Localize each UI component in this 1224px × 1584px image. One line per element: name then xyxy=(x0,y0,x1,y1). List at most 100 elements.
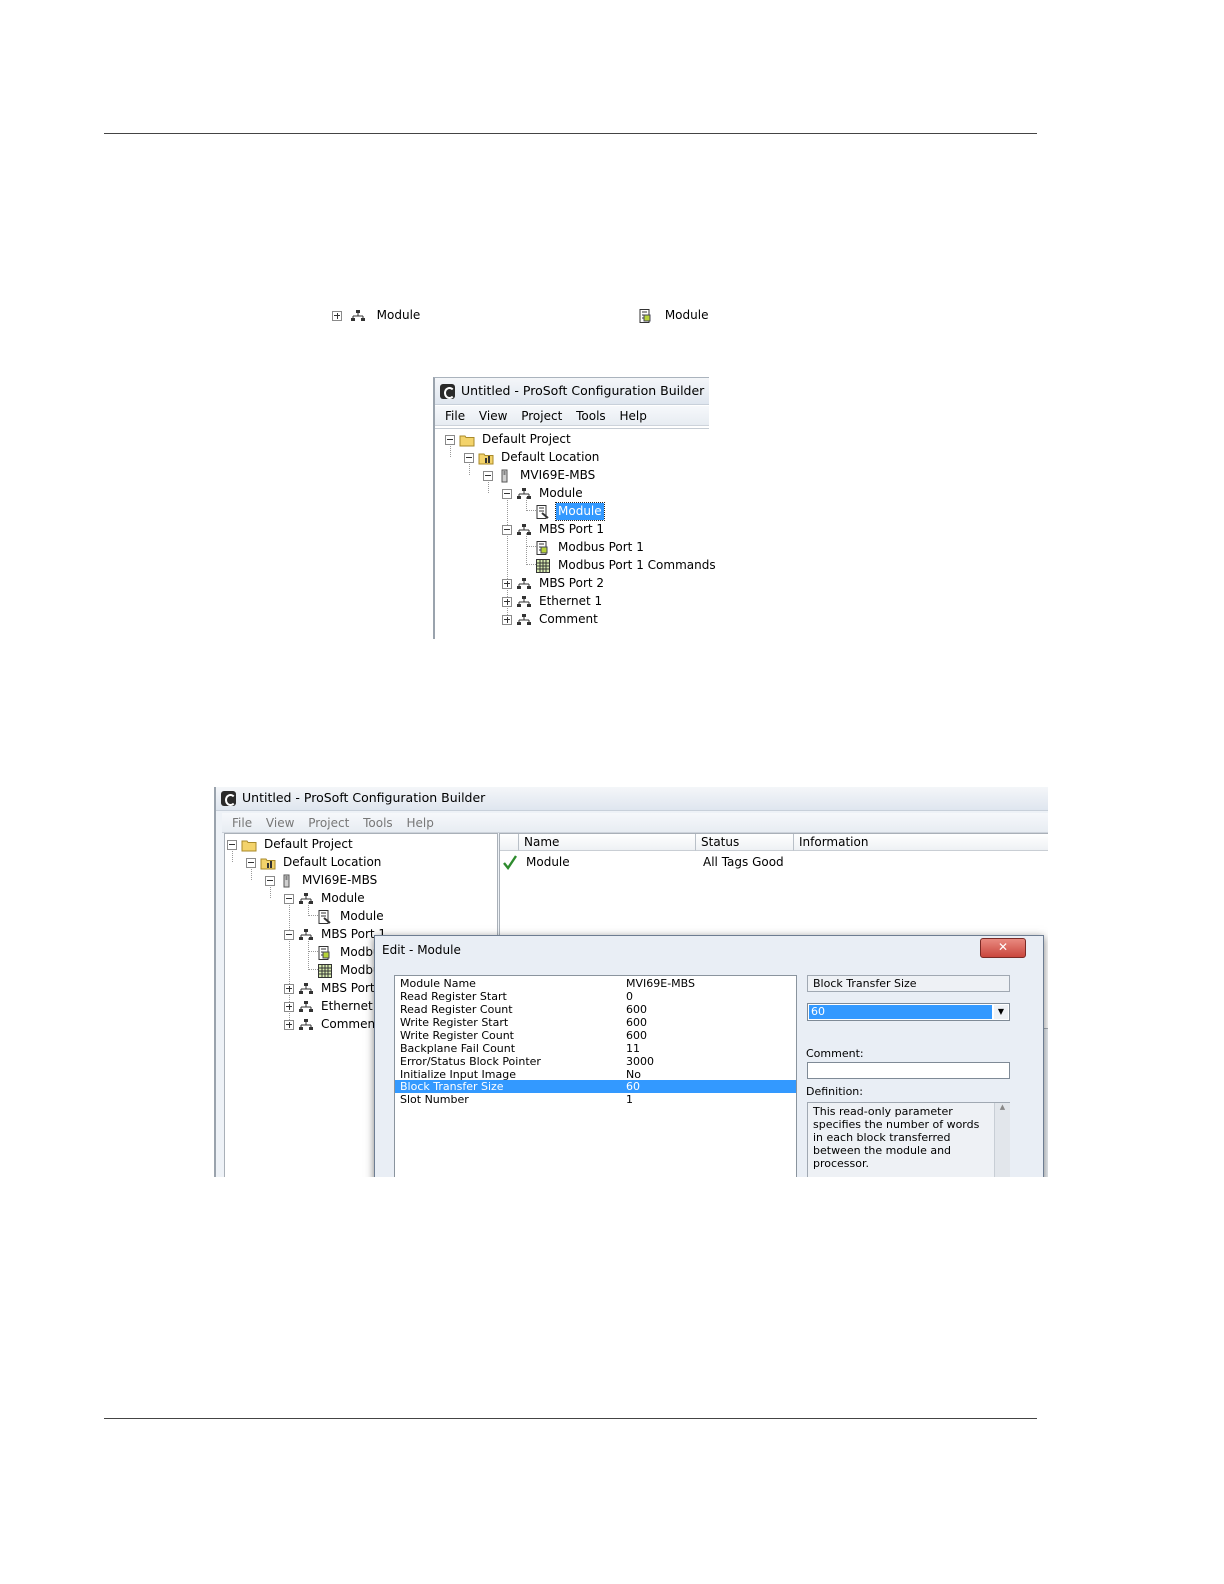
tree-item-mbs-port-1[interactable]: MBS Port 1 xyxy=(502,521,606,538)
param-row[interactable]: Write Register Start 600 xyxy=(395,1016,796,1029)
param-row[interactable]: Read Register Count 600 xyxy=(395,1003,796,1016)
expand-icon[interactable] xyxy=(502,596,512,607)
tree-item-default-project[interactable]: Default Project xyxy=(227,836,355,853)
network-icon xyxy=(298,928,314,942)
network-icon xyxy=(516,523,532,537)
tree-item-ethernet-1[interactable]: Ethernet 1 xyxy=(284,998,386,1015)
tree-item-mbs-port-2[interactable]: MBS Port 2 xyxy=(284,980,388,997)
dialog-titlebar: Edit - Module xyxy=(375,936,1043,964)
tree-item-ethernet-1[interactable]: Ethernet 1 xyxy=(502,593,604,610)
network-icon xyxy=(516,595,532,609)
expand-icon[interactable] xyxy=(284,983,294,994)
menu-project[interactable]: Project xyxy=(521,409,562,423)
config-icon xyxy=(535,540,551,555)
collapse-icon[interactable] xyxy=(265,875,275,886)
list-row[interactable]: Module All Tags Good xyxy=(500,853,1048,871)
edit-module-dialog: Edit - Module ✕ Module Name MVI69E-MBS Re… xyxy=(374,935,1044,1177)
scroll-up-icon[interactable]: ▲ xyxy=(995,1103,1010,1111)
window1-menubar: File View Project Tools Help xyxy=(435,406,709,426)
expand-icon[interactable] xyxy=(502,614,512,625)
menu-file[interactable]: File xyxy=(232,816,252,830)
close-icon: ✕ xyxy=(997,940,1009,954)
collapse-icon[interactable] xyxy=(445,434,455,445)
definition-label: Definition: xyxy=(806,1085,863,1098)
menu-help[interactable]: Help xyxy=(407,816,434,830)
param-row[interactable]: Module Name MVI69E-MBS xyxy=(395,977,796,990)
window1-titlebar: Untitled - ProSoft Configuration Builder xyxy=(435,378,709,405)
menu-file[interactable]: File xyxy=(445,409,465,423)
tree-item-modbus-port-1-commands[interactable]: Modbu xyxy=(317,962,383,979)
snippet-right-label: Module xyxy=(664,308,709,322)
window1: Untitled - ProSoft Configuration Builder… xyxy=(433,377,716,639)
value-select-text: 60 xyxy=(809,1005,992,1019)
definition-box: This read-only parameter specifies the n… xyxy=(807,1102,1010,1177)
folder-location-icon xyxy=(260,856,276,870)
param-row-selected[interactable]: Block Transfer Size 60 xyxy=(395,1080,796,1093)
collapse-icon[interactable] xyxy=(284,929,294,940)
window2-titlebar: Untitled - ProSoft Configuration Builder xyxy=(216,787,1048,811)
expand-icon[interactable] xyxy=(502,578,512,589)
network-icon xyxy=(298,892,314,906)
comment-field[interactable] xyxy=(807,1062,1010,1079)
tree-item-module[interactable]: Module xyxy=(535,502,605,521)
expand-icon[interactable] xyxy=(284,1001,294,1012)
menu-view[interactable]: View xyxy=(266,816,294,830)
collapse-icon[interactable] xyxy=(502,524,512,535)
param-row[interactable]: Error/Status Block Pointer 3000 xyxy=(395,1055,796,1068)
param-row[interactable]: Read Register Start 0 xyxy=(395,990,796,1003)
menu-tools[interactable]: Tools xyxy=(363,816,393,830)
tree-item-comment[interactable]: Comment xyxy=(502,611,600,628)
tree-item-mvi69e-mbs[interactable]: MVI69E-MBS xyxy=(483,467,597,484)
collapse-icon[interactable] xyxy=(483,470,493,481)
menu-help[interactable]: Help xyxy=(620,409,647,423)
parameter-list[interactable]: Module Name MVI69E-MBS Read Register Star… xyxy=(394,975,797,1177)
value-select[interactable]: 60 ▼ xyxy=(807,1003,1010,1021)
tree-item-modbus-port-1[interactable]: Modbus Port 1 xyxy=(535,539,646,556)
menu-view[interactable]: View xyxy=(479,409,507,423)
folder-icon xyxy=(241,838,257,852)
tree-item-default-location[interactable]: Default Location xyxy=(464,449,601,466)
tree-item-module[interactable]: Module xyxy=(317,908,386,925)
snippet-left-label: Module xyxy=(376,308,421,322)
tree-item-comment[interactable]: Comment xyxy=(284,1016,382,1033)
comment-label: Comment: xyxy=(806,1047,864,1060)
column-header-name[interactable]: Name xyxy=(519,834,696,851)
chevron-down-icon[interactable]: ▼ xyxy=(994,1005,1008,1019)
config-icon xyxy=(638,308,654,323)
column-header-status[interactable]: Status xyxy=(696,834,794,851)
tree-item-modbus-port-1[interactable]: Modbu xyxy=(317,944,383,961)
network-icon xyxy=(516,487,532,501)
scrollbar[interactable]: ▲ xyxy=(994,1103,1010,1177)
collapse-icon[interactable] xyxy=(502,488,512,499)
menu-project[interactable]: Project xyxy=(308,816,349,830)
param-row[interactable]: Backplane Fail Count 11 xyxy=(395,1042,796,1055)
grid-icon xyxy=(317,963,333,978)
dialog-title: Edit - Module xyxy=(382,943,461,957)
tree-item-module-group[interactable]: Module xyxy=(502,485,585,502)
tree-item-modbus-port-1-commands[interactable]: Modbus Port 1 Commands xyxy=(535,557,718,574)
network-icon xyxy=(298,1018,314,1032)
tree-item-default-location[interactable]: Default Location xyxy=(246,854,383,871)
collapse-icon[interactable] xyxy=(284,893,294,904)
collapse-icon[interactable] xyxy=(227,839,237,850)
tree-item-default-project[interactable]: Default Project xyxy=(445,431,573,448)
row-status: All Tags Good xyxy=(703,855,784,869)
tree-item-mvi69e-mbs[interactable]: MVI69E-MBS xyxy=(265,872,379,889)
menu-tools[interactable]: Tools xyxy=(576,409,606,423)
collapse-icon[interactable] xyxy=(246,857,256,868)
grid-icon xyxy=(535,558,551,573)
expand-icon[interactable] xyxy=(284,1019,294,1030)
close-button[interactable]: ✕ xyxy=(980,938,1026,958)
folder-icon xyxy=(459,433,475,447)
network-icon xyxy=(298,982,314,996)
column-header-information[interactable]: Information xyxy=(794,834,1048,851)
network-icon xyxy=(516,577,532,591)
param-row[interactable]: Slot Number 1 xyxy=(395,1093,796,1106)
tree-item-mbs-port-2[interactable]: MBS Port 2 xyxy=(502,575,606,592)
collapse-icon[interactable] xyxy=(464,452,474,463)
param-row[interactable]: Write Register Count 600 xyxy=(395,1029,796,1042)
device-icon xyxy=(497,469,513,483)
snippet-collapsed-module: Module xyxy=(332,307,422,324)
tree-item-module-group[interactable]: Module xyxy=(284,890,367,907)
tree-item-mbs-port-1[interactable]: MBS Port 1 xyxy=(284,926,388,943)
